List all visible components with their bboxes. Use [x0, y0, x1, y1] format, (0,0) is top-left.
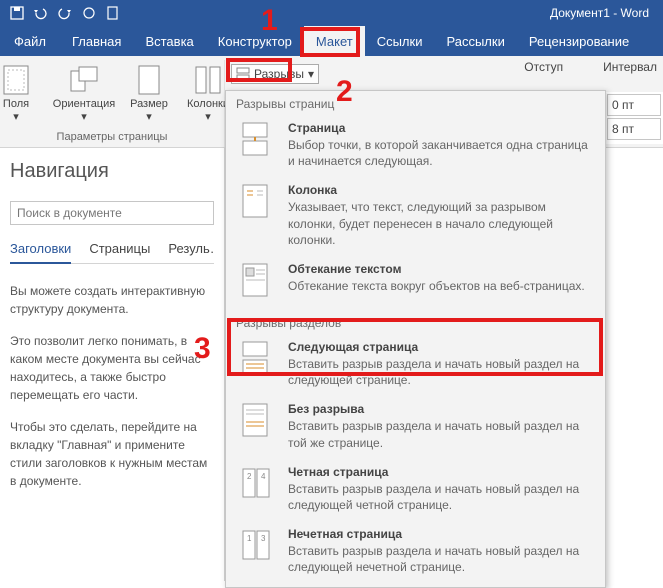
svg-text:2: 2 — [247, 472, 252, 481]
svg-text:4: 4 — [261, 472, 266, 481]
breaks-button[interactable]: Разрывы ▾ — [231, 64, 319, 84]
menu-mailings[interactable]: Рассылки — [434, 26, 516, 56]
svg-text:1: 1 — [247, 534, 252, 543]
menubar: Файл Главная Вставка Конструктор Макет С… — [0, 26, 663, 56]
margins-label: Поля — [3, 98, 29, 110]
svg-text:3: 3 — [261, 534, 266, 543]
column-break-icon — [240, 183, 272, 223]
nav-tabs: Заголовки Страницы Резуль… — [10, 241, 214, 264]
text-wrap-icon — [240, 262, 272, 302]
page-setup-group-label: Параметры страницы — [57, 131, 168, 145]
titlebar: Документ1 - Word — [0, 0, 663, 26]
touch-mode-button[interactable] — [78, 2, 100, 24]
size-icon — [133, 64, 165, 96]
dd-item-page[interactable]: Страница Выбор точки, в которой заканчива… — [226, 115, 605, 177]
dd-item-continuous[interactable]: Без разрыва Вставить разрыв раздела и нач… — [226, 396, 605, 458]
columns-icon — [192, 64, 224, 96]
dd-desc: Вставить разрыв раздела и начать новый р… — [288, 356, 595, 388]
nav-p1: Вы можете создать интерактивную структур… — [10, 282, 214, 318]
dd-desc: Выбор точки, в которой заканчивается одн… — [288, 137, 595, 169]
next-page-icon — [240, 340, 272, 380]
odd-page-icon: 13 — [240, 527, 272, 567]
orientation-button[interactable]: Ориентация ▾ — [50, 62, 118, 131]
columns-label: Колонки — [187, 98, 229, 110]
menu-file[interactable]: Файл — [4, 26, 60, 56]
dd-desc: Обтекание текста вокруг объектов на веб-… — [288, 278, 595, 294]
menu-insert[interactable]: Вставка — [133, 26, 205, 56]
dd-desc: Вставить разрыв раздела и начать новый р… — [288, 543, 595, 575]
tab-results[interactable]: Резуль… — [168, 241, 214, 263]
spacing-after-input[interactable]: 8 пт — [607, 118, 661, 140]
tab-headings[interactable]: Заголовки — [10, 241, 71, 264]
size-button[interactable]: Размер ▾ — [124, 62, 174, 131]
tab-pages[interactable]: Страницы — [89, 241, 150, 263]
chevron-down-icon: ▾ — [13, 110, 19, 123]
dd-item-text-wrap[interactable]: Обтекание текстом Обтекание текста вокруг… — [226, 256, 605, 310]
chevron-down-icon: ▾ — [308, 67, 314, 81]
menu-references[interactable]: Ссылки — [365, 26, 435, 56]
dd-item-column[interactable]: Колонка Указывает, что текст, следующий з… — [226, 177, 605, 256]
orientation-label: Ориентация — [53, 98, 115, 110]
indent-label: Отступ — [524, 60, 563, 74]
document-title: Документ1 - Word — [550, 6, 657, 20]
nav-title: Навигация — [10, 160, 214, 183]
redo-button[interactable] — [54, 2, 76, 24]
navigation-panel: Навигация Поиск в документе Заголовки Ст… — [0, 148, 225, 581]
size-label: Размер — [130, 98, 168, 110]
quick-access-toolbar — [6, 2, 124, 24]
spacing-before-input[interactable]: 0 пт — [607, 94, 661, 116]
page-break-icon — [240, 121, 272, 161]
dd-desc: Вставить разрыв раздела и начать новый р… — [288, 418, 595, 450]
dd-title: Колонка — [288, 183, 595, 197]
breaks-dropdown: Разрывы страниц Страница Выбор точки, в к… — [225, 90, 606, 588]
breaks-label: Разрывы — [254, 67, 304, 81]
menu-layout[interactable]: Макет — [304, 26, 365, 56]
spacing-label: Интервал — [603, 60, 657, 74]
breaks-icon — [236, 67, 250, 81]
dd-title: Без разрыва — [288, 402, 595, 416]
chevron-down-icon: ▾ — [81, 110, 87, 123]
margins-button[interactable]: Поля ▾ — [0, 62, 44, 131]
spacing-inputs: 0 пт 8 пт — [605, 92, 663, 144]
continuous-icon — [240, 402, 272, 442]
menu-home[interactable]: Главная — [60, 26, 133, 56]
dd-title: Четная страница — [288, 465, 595, 479]
dd-item-odd-page[interactable]: 13 Нечетная страница Вставить разрыв разд… — [226, 521, 605, 583]
dd-item-even-page[interactable]: 24 Четная страница Вставить разрыв раздел… — [226, 459, 605, 521]
menu-design[interactable]: Конструктор — [206, 26, 304, 56]
dd-section-section-breaks: Разрывы разделов — [226, 310, 605, 334]
chevron-down-icon: ▾ — [205, 110, 211, 123]
save-button[interactable] — [6, 2, 28, 24]
dd-desc: Вставить разрыв раздела и начать новый р… — [288, 481, 595, 513]
nav-p3: Чтобы это сделать, перейдите на вкладку … — [10, 418, 214, 490]
chevron-down-icon: ▾ — [146, 110, 152, 123]
even-page-icon: 24 — [240, 465, 272, 505]
menu-review[interactable]: Рецензирование — [517, 26, 641, 56]
undo-button[interactable] — [30, 2, 52, 24]
dd-title: Нечетная страница — [288, 527, 595, 541]
nav-body: Вы можете создать интерактивную структур… — [10, 282, 214, 490]
dd-title: Страница — [288, 121, 595, 135]
dd-item-next-page[interactable]: Следующая страница Вставить разрыв раздел… — [226, 334, 605, 396]
orientation-icon — [68, 64, 100, 96]
dd-title: Обтекание текстом — [288, 262, 595, 276]
nav-search-input[interactable]: Поиск в документе — [10, 201, 214, 225]
dd-title: Следующая страница — [288, 340, 595, 354]
dd-section-page-breaks: Разрывы страниц — [226, 91, 605, 115]
new-doc-button[interactable] — [102, 2, 124, 24]
dd-desc: Указывает, что текст, следующий за разры… — [288, 199, 595, 248]
margins-icon — [0, 64, 32, 96]
nav-p2: Это позволит легко понимать, в каком мес… — [10, 332, 214, 404]
